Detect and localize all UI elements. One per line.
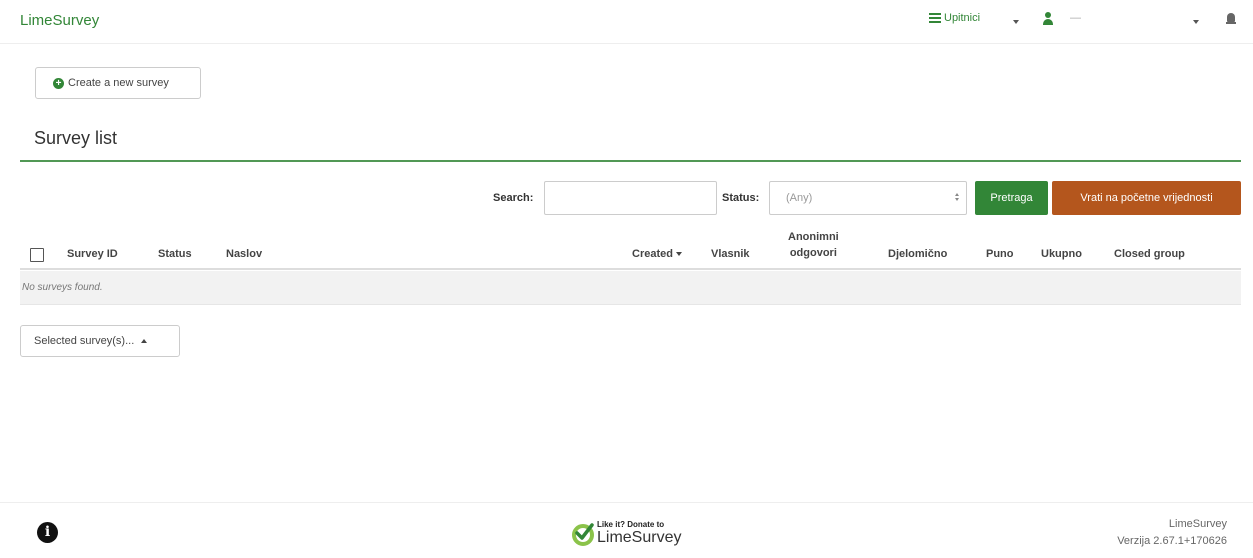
footer-version: Verzija 2.67.1+170626: [1117, 535, 1227, 547]
status-select[interactable]: (Any): [769, 181, 967, 215]
donate-link[interactable]: Like it? Donate to LimeSurvey: [570, 515, 700, 553]
user-icon[interactable]: [1043, 12, 1053, 26]
col-anonymous[interactable]: Anonimni odgovori: [788, 229, 839, 261]
table-row-empty: No surveys found.: [20, 271, 1241, 305]
create-survey-button[interactable]: + Create a new survey: [35, 67, 201, 99]
create-survey-label: Create a new survey: [68, 77, 169, 89]
col-created[interactable]: Created: [632, 248, 682, 260]
limesurvey-leaf-icon: [572, 523, 594, 546]
status-selected-value: (Any): [786, 192, 813, 204]
search-label: Search:: [493, 192, 534, 204]
footer-app-name[interactable]: LimeSurvey: [1169, 518, 1227, 530]
page-title: Survey list: [34, 128, 118, 148]
donate-brand: LimeSurvey: [597, 529, 682, 546]
list-icon: [929, 13, 941, 23]
top-navbar: LimeSurvey Upitnici —: [0, 0, 1253, 44]
title-divider: [20, 160, 1241, 162]
selected-surveys-dropdown[interactable]: Selected survey(s)...: [20, 325, 180, 357]
brand-logo-link[interactable]: LimeSurvey: [20, 12, 99, 29]
plus-circle-icon: +: [53, 77, 64, 89]
col-status[interactable]: Status: [158, 248, 192, 260]
surveys-menu-label: Upitnici: [944, 12, 981, 24]
surveys-menu[interactable]: Upitnici: [929, 12, 980, 24]
donate-caption: Like it? Donate to: [597, 520, 665, 529]
col-title[interactable]: Naslov: [226, 248, 262, 260]
info-icon[interactable]: i: [37, 522, 58, 543]
status-label: Status:: [722, 192, 760, 204]
empty-message: No surveys found.: [22, 282, 103, 293]
user-menu-label[interactable]: —: [1070, 12, 1081, 24]
col-total[interactable]: Ukupno: [1041, 248, 1082, 260]
chevron-down-icon[interactable]: [1013, 20, 1019, 24]
col-full[interactable]: Puno: [986, 248, 1014, 260]
col-partial[interactable]: Djelomično: [888, 248, 947, 260]
col-survey-id[interactable]: Survey ID: [67, 248, 118, 260]
chevron-down-icon[interactable]: [1193, 20, 1199, 24]
search-input[interactable]: [544, 181, 717, 215]
search-button[interactable]: Pretraga: [975, 181, 1048, 215]
sort-desc-icon: [675, 252, 682, 257]
survey-table-header: Survey ID Status Naslov Created Vlasnik …: [20, 229, 1241, 270]
chevron-up-icon: [141, 339, 148, 343]
select-all-checkbox[interactable]: [30, 248, 44, 262]
select-arrows-icon: [955, 193, 960, 203]
col-closed-group[interactable]: Closed group: [1114, 248, 1185, 260]
col-anonymous-line2: odgovori: [789, 247, 837, 259]
footer: i Like it? Donate to LimeSurvey LimeSurv…: [0, 502, 1253, 558]
selected-surveys-label: Selected survey(s)...: [34, 335, 135, 347]
reset-filters-button[interactable]: Vrati na početne vrijednosti: [1052, 181, 1241, 215]
col-created-label: Created: [632, 248, 673, 260]
col-owner[interactable]: Vlasnik: [711, 248, 750, 260]
bell-icon[interactable]: [1226, 13, 1236, 25]
col-anonymous-line1: Anonimni: [788, 231, 839, 243]
